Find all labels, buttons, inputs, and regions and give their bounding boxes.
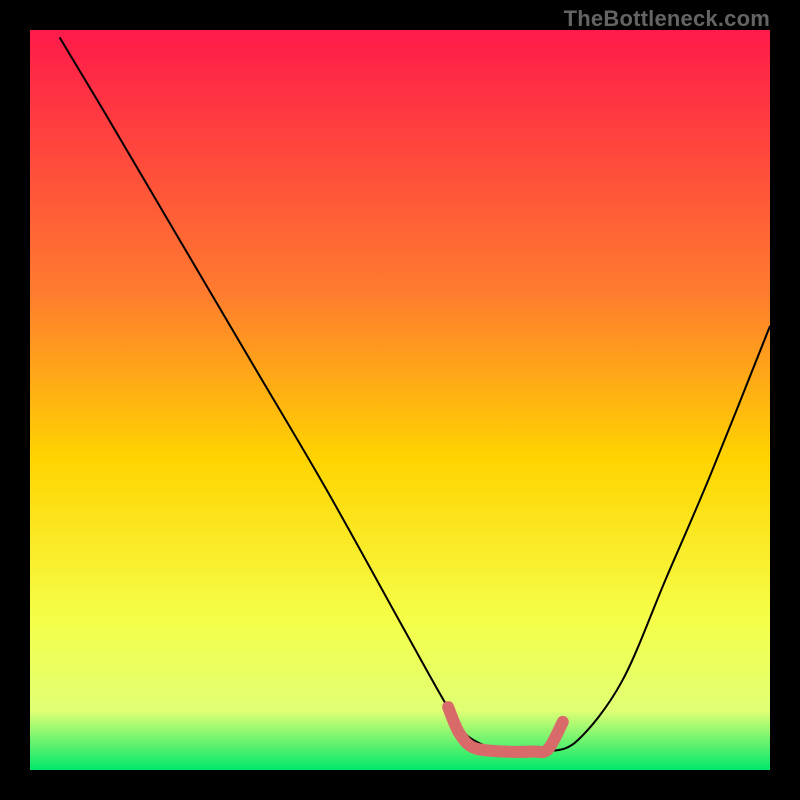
gradient-background xyxy=(30,30,770,770)
chart-svg xyxy=(30,30,770,770)
bottleneck-chart xyxy=(30,30,770,770)
watermark-text: TheBottleneck.com xyxy=(564,6,770,32)
